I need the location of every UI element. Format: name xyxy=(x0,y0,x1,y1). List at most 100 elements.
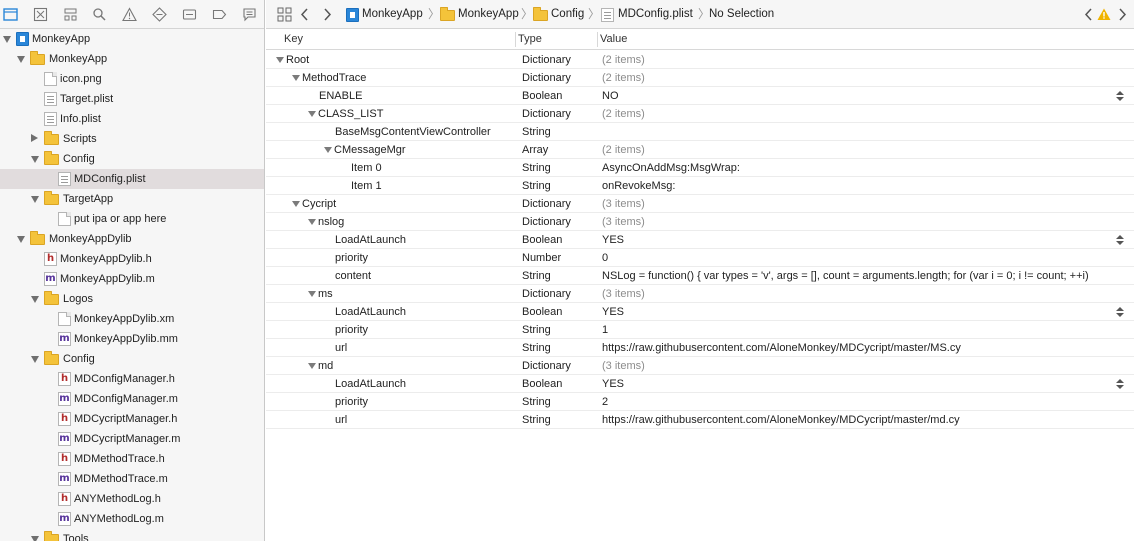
project-navigator-icon[interactable] xyxy=(0,5,20,24)
plist-key[interactable]: ms xyxy=(318,285,333,303)
related-items-icon[interactable] xyxy=(274,5,294,24)
plist-key[interactable]: url xyxy=(335,411,347,429)
tree-item[interactable]: m MDCycriptManager.m xyxy=(0,429,264,449)
breadcrumb-config[interactable]: Config xyxy=(551,0,584,29)
breadcrumb-file[interactable]: MDConfig.plist xyxy=(618,0,693,29)
plist-value[interactable]: https://raw.githubusercontent.com/AloneM… xyxy=(602,411,960,429)
plist-value[interactable]: 1 xyxy=(602,321,608,339)
tree-item[interactable]: m MonkeyAppDylib.mm xyxy=(0,329,264,349)
plist-key[interactable]: CLASS_LIST xyxy=(318,105,383,123)
report-icon[interactable] xyxy=(239,5,259,24)
plist-key[interactable]: BaseMsgContentViewController xyxy=(335,123,491,141)
tree-item[interactable]: MonkeyAppDylib xyxy=(0,229,264,249)
tree-item[interactable]: MonkeyApp xyxy=(0,29,264,49)
tree-item[interactable]: m MonkeyAppDylib.m xyxy=(0,269,264,289)
plist-type[interactable]: String xyxy=(522,321,551,339)
plist-row[interactable]: priority String 1 xyxy=(266,321,1134,339)
disclosure-open-icon[interactable] xyxy=(31,356,39,363)
plist-row[interactable]: Root Dictionary (2 items) xyxy=(266,51,1134,69)
tree-item[interactable]: Scripts xyxy=(0,129,264,149)
tree-item[interactable]: MDConfig.plist xyxy=(0,169,264,189)
disclosure-open-icon[interactable] xyxy=(308,111,316,117)
plist-type[interactable]: Dictionary xyxy=(522,357,571,375)
plist-key[interactable]: CMessageMgr xyxy=(334,141,406,159)
plist-row[interactable]: LoadAtLaunch Boolean YES xyxy=(266,231,1134,249)
tree-item[interactable]: h MDCycriptManager.h xyxy=(0,409,264,429)
plist-value[interactable]: https://raw.githubusercontent.com/AloneM… xyxy=(602,339,961,357)
breadcrumb-group[interactable]: MonkeyApp xyxy=(458,0,519,29)
column-header-value[interactable]: Value xyxy=(600,29,627,50)
plist-value[interactable]: NSLog = function() { var types = 'v', ar… xyxy=(602,267,1089,285)
tree-item[interactable]: put ipa or app here xyxy=(0,209,264,229)
plist-type[interactable]: String xyxy=(522,177,551,195)
tree-item[interactable]: MonkeyApp xyxy=(0,49,264,69)
plist-row[interactable]: url String https://raw.githubusercontent.c… xyxy=(266,411,1134,429)
disclosure-open-icon[interactable] xyxy=(17,56,25,63)
disclosure-closed-icon[interactable] xyxy=(31,134,38,142)
tree-item[interactable]: MonkeyAppDylib.xm xyxy=(0,309,264,329)
plist-value[interactable]: (2 items) xyxy=(602,51,645,69)
plist-value[interactable]: (3 items) xyxy=(602,195,645,213)
plist-row[interactable]: MethodTrace Dictionary (2 items) xyxy=(266,69,1134,87)
plist-type[interactable]: Dictionary xyxy=(522,285,571,303)
plist-row[interactable]: nslog Dictionary (3 items) xyxy=(266,213,1134,231)
plist-key[interactable]: LoadAtLaunch xyxy=(335,231,406,249)
plist-value[interactable]: NO xyxy=(602,87,619,105)
plist-value[interactable]: 0 xyxy=(602,249,608,267)
value-popup-stepper-icon[interactable] xyxy=(1116,235,1124,246)
plist-row[interactable]: Item 1 String onRevokeMsg: xyxy=(266,177,1134,195)
plist-value[interactable]: (2 items) xyxy=(602,141,645,159)
tree-item[interactable]: h MDConfigManager.h xyxy=(0,369,264,389)
plist-type[interactable]: Boolean xyxy=(522,87,562,105)
back-arrow-icon[interactable] xyxy=(298,7,312,22)
next-issue-icon[interactable] xyxy=(1115,7,1129,22)
tree-item[interactable]: TargetApp xyxy=(0,189,264,209)
plist-row[interactable]: CMessageMgr Array (2 items) xyxy=(266,141,1134,159)
disclosure-open-icon[interactable] xyxy=(292,75,300,81)
disclosure-open-icon[interactable] xyxy=(308,219,316,225)
plist-value[interactable]: YES xyxy=(602,375,624,393)
plist-type[interactable]: String xyxy=(522,123,551,141)
plist-type[interactable]: String xyxy=(522,411,551,429)
plist-key[interactable]: Item 0 xyxy=(351,159,382,177)
plist-row[interactable]: priority String 2 xyxy=(266,393,1134,411)
tree-item[interactable]: icon.png xyxy=(0,69,264,89)
tree-item[interactable]: m MDMethodTrace.m xyxy=(0,469,264,489)
plist-row[interactable]: priority Number 0 xyxy=(266,249,1134,267)
column-header-key[interactable]: Key xyxy=(284,29,303,50)
disclosure-open-icon[interactable] xyxy=(31,536,39,541)
plist-key[interactable]: LoadAtLaunch xyxy=(335,303,406,321)
disclosure-open-icon[interactable] xyxy=(292,201,300,207)
breadcrumb-project[interactable]: MonkeyApp xyxy=(362,0,423,29)
plist-key[interactable]: Cycript xyxy=(302,195,336,213)
plist-row[interactable]: Item 0 String AsyncOnAddMsg:MsgWrap: xyxy=(266,159,1134,177)
plist-value[interactable]: (3 items) xyxy=(602,213,645,231)
tree-item[interactable]: m MDConfigManager.m xyxy=(0,389,264,409)
plist-key[interactable]: url xyxy=(335,339,347,357)
disclosure-open-icon[interactable] xyxy=(308,363,316,369)
tree-item[interactable]: Config xyxy=(0,149,264,169)
plist-key[interactable]: priority xyxy=(335,393,368,411)
disclosure-open-icon[interactable] xyxy=(31,156,39,163)
plist-type[interactable]: Dictionary xyxy=(522,105,571,123)
plist-key[interactable]: nslog xyxy=(318,213,344,231)
plist-key[interactable]: content xyxy=(335,267,371,285)
plist-value[interactable]: YES xyxy=(602,303,624,321)
plist-type[interactable]: String xyxy=(522,267,551,285)
breadcrumb-selection[interactable]: No Selection xyxy=(709,0,774,29)
plist-key[interactable]: priority xyxy=(335,249,368,267)
plist-row[interactable]: ms Dictionary (3 items) xyxy=(266,285,1134,303)
tree-item[interactable]: Logos xyxy=(0,289,264,309)
tree-item[interactable]: h MonkeyAppDylib.h xyxy=(0,249,264,269)
disclosure-open-icon[interactable] xyxy=(31,296,39,303)
plist-row[interactable]: LoadAtLaunch Boolean YES xyxy=(266,375,1134,393)
plist-type[interactable]: String xyxy=(522,159,551,177)
plist-row[interactable]: md Dictionary (3 items) xyxy=(266,357,1134,375)
find-icon[interactable] xyxy=(89,5,109,24)
tree-item[interactable]: Tools xyxy=(0,529,264,541)
plist-row[interactable]: ENABLE Boolean NO xyxy=(266,87,1134,105)
tree-item[interactable]: h MDMethodTrace.h xyxy=(0,449,264,469)
plist-value[interactable]: 2 xyxy=(602,393,608,411)
symbol-navigator-icon[interactable] xyxy=(60,5,80,24)
plist-type[interactable]: Dictionary xyxy=(522,213,571,231)
